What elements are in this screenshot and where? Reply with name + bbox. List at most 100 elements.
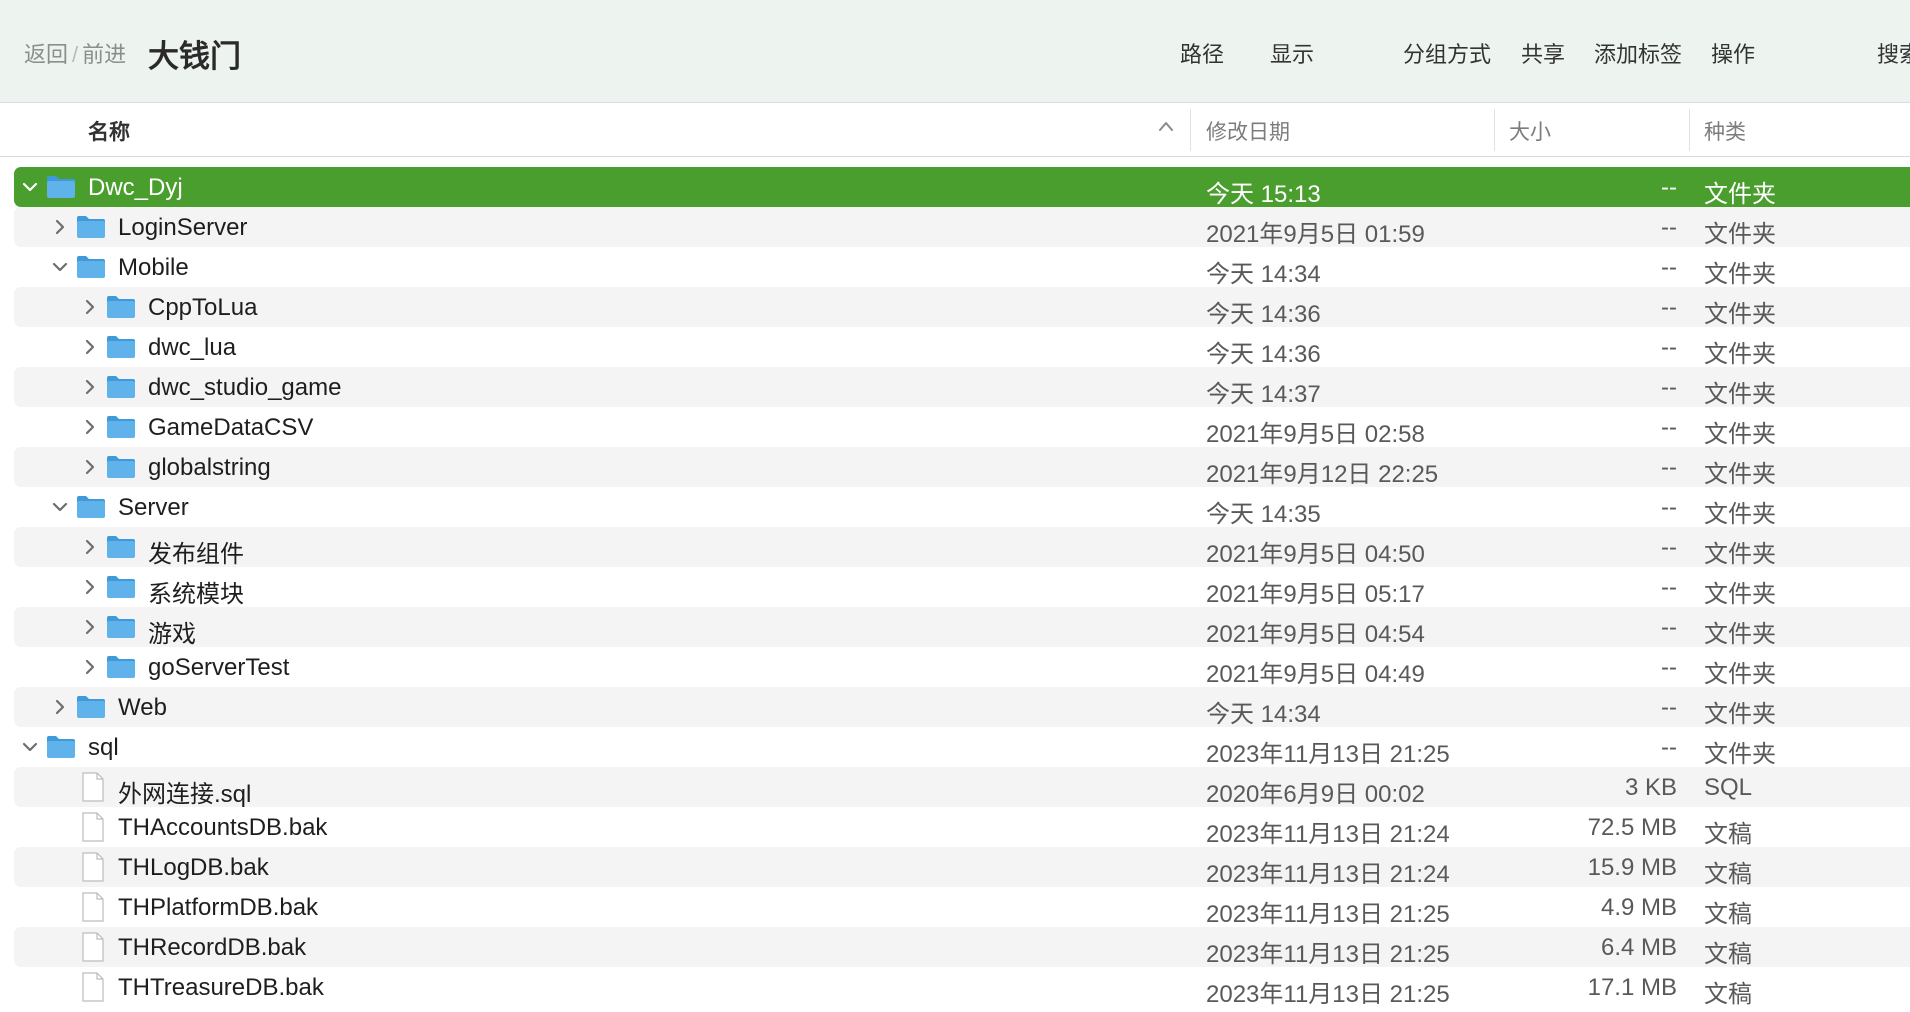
chevron-down-icon[interactable] <box>51 498 69 516</box>
item-name: 系统模块 <box>148 581 244 608</box>
chevron-right-icon[interactable] <box>51 698 69 716</box>
folder-icon <box>107 576 135 598</box>
file-row[interactable]: THPlatformDB.bak 2023年11月13日 21:25 4.9 MB 文… <box>0 887 1910 928</box>
selection-highlight <box>14 167 1910 207</box>
window-title: 大钱门 <box>148 39 241 74</box>
document-icon <box>82 772 104 802</box>
folder-icon <box>47 736 75 758</box>
folder-row[interactable]: Dwc_Dyj 今天 15:13 -- 文件夹 <box>0 167 1910 208</box>
item-modified-date: 今天 14:37 <box>1206 381 1321 408</box>
item-modified-date: 2023年11月13日 21:25 <box>1206 741 1450 768</box>
item-modified-date: 2021年9月5日 04:49 <box>1206 661 1425 688</box>
chevron-right-icon[interactable] <box>51 218 69 236</box>
folder-row[interactable]: 发布组件 2021年9月5日 04:50 -- 文件夹 <box>0 527 1910 568</box>
item-size: -- <box>1661 374 1677 401</box>
row-background <box>14 247 1910 287</box>
item-modified-date: 2020年6月9日 00:02 <box>1206 781 1425 808</box>
chevron-right-icon[interactable] <box>81 578 99 596</box>
folder-row[interactable]: GameDataCSV 2021年9月5日 02:58 -- 文件夹 <box>0 407 1910 448</box>
column-date[interactable]: 修改日期 <box>1206 116 1290 146</box>
folder-row[interactable]: dwc_studio_game 今天 14:37 -- 文件夹 <box>0 367 1910 408</box>
item-name: THTreasureDB.bak <box>118 974 324 1001</box>
item-kind: 文件夹 <box>1704 621 1776 648</box>
folder-row[interactable]: LoginServer 2021年9月5日 01:59 -- 文件夹 <box>0 207 1910 248</box>
row-background <box>14 487 1910 527</box>
chevron-right-icon[interactable] <box>81 458 99 476</box>
folder-row[interactable]: CppToLua 今天 14:36 -- 文件夹 <box>0 287 1910 328</box>
item-name: THAccountsDB.bak <box>118 814 328 841</box>
column-divider[interactable] <box>1494 109 1495 151</box>
item-modified-date: 2021年9月5日 01:59 <box>1206 221 1425 248</box>
item-size: -- <box>1661 494 1677 521</box>
folder-row[interactable]: Mobile 今天 14:34 -- 文件夹 <box>0 247 1910 288</box>
chevron-right-icon[interactable] <box>81 658 99 676</box>
action-button[interactable]: 操作 <box>1711 37 1755 69</box>
file-row[interactable]: THTreasureDB.bak 2023年11月13日 21:25 17.1 MB… <box>0 967 1910 1008</box>
chevron-down-icon[interactable] <box>51 258 69 276</box>
chevron-down-icon[interactable] <box>21 178 39 196</box>
item-name: THPlatformDB.bak <box>118 894 319 921</box>
row-background <box>14 687 1910 727</box>
column-divider[interactable] <box>1190 109 1191 151</box>
item-size: -- <box>1661 214 1677 241</box>
folder-icon <box>47 176 75 198</box>
file-row[interactable]: THRecordDB.bak 2023年11月13日 21:25 6.4 MB 文稿 <box>0 927 1910 968</box>
document-icon <box>82 892 104 922</box>
item-name: dwc_lua <box>148 334 237 361</box>
folder-icon <box>77 216 105 238</box>
item-modified-date: 2023年11月13日 21:25 <box>1206 981 1450 1008</box>
file-row[interactable]: THLogDB.bak 2023年11月13日 21:24 15.9 MB 文稿 <box>0 847 1910 888</box>
item-kind: 文件夹 <box>1704 221 1776 248</box>
item-name: 外网连接.sql <box>118 781 252 808</box>
folder-row[interactable]: dwc_lua 今天 14:36 -- 文件夹 <box>0 327 1910 368</box>
folder-icon <box>107 376 135 398</box>
folder-row[interactable]: 游戏 2021年9月5日 04:54 -- 文件夹 <box>0 607 1910 648</box>
row-background <box>14 527 1910 567</box>
column-size[interactable]: 大小 <box>1509 116 1551 146</box>
sort-ascending-icon[interactable] <box>1157 119 1175 133</box>
item-name: Dwc_Dyj <box>88 174 183 201</box>
file-row[interactable]: 外网连接.sql 2020年6月9日 00:02 3 KB SQL <box>0 767 1910 808</box>
folder-icon <box>107 456 135 478</box>
share-button[interactable]: 共享 <box>1521 37 1565 69</box>
forward-button[interactable]: 前进 <box>82 42 126 67</box>
folder-row[interactable]: goServerTest 2021年9月5日 04:49 -- 文件夹 <box>0 647 1910 688</box>
folder-row[interactable]: Server 今天 14:35 -- 文件夹 <box>0 487 1910 528</box>
column-divider[interactable] <box>1689 109 1690 151</box>
chevron-right-icon[interactable] <box>81 418 99 436</box>
path-button[interactable]: 路径 <box>1180 37 1224 69</box>
toolbar: 返回/前进 大钱门 路径 显示 分组方式 共享 添加标签 操作 搜索 <box>0 0 1910 103</box>
item-kind: 文件夹 <box>1704 661 1776 688</box>
folder-row[interactable]: Web 今天 14:34 -- 文件夹 <box>0 687 1910 728</box>
group-by-button[interactable]: 分组方式 <box>1403 37 1491 69</box>
file-row[interactable]: THAccountsDB.bak 2023年11月13日 21:24 72.5 MB… <box>0 807 1910 848</box>
item-kind: 文件夹 <box>1704 301 1776 328</box>
item-name: GameDataCSV <box>148 414 314 441</box>
add-tags-button[interactable]: 添加标签 <box>1594 37 1682 69</box>
item-size: -- <box>1661 294 1677 321</box>
back-button[interactable]: 返回 <box>24 42 68 67</box>
item-size: -- <box>1661 414 1677 441</box>
row-background <box>14 207 1910 247</box>
folder-icon <box>107 336 135 358</box>
column-name[interactable]: 名称 <box>88 116 130 146</box>
item-name: THLogDB.bak <box>118 854 269 881</box>
column-kind[interactable]: 种类 <box>1704 116 1746 146</box>
chevron-right-icon[interactable] <box>81 298 99 316</box>
chevron-down-icon[interactable] <box>21 738 39 756</box>
chevron-right-icon[interactable] <box>81 338 99 356</box>
chevron-right-icon[interactable] <box>81 618 99 636</box>
item-name: LoginServer <box>118 214 248 241</box>
folder-icon <box>107 656 135 678</box>
file-list: Dwc_Dyj 今天 15:13 -- 文件夹 LoginServer 2021年9月5日… <box>0 167 1910 1008</box>
item-modified-date: 今天 15:13 <box>1206 181 1321 208</box>
document-icon <box>82 932 104 962</box>
folder-row[interactable]: sql 2023年11月13日 21:25 -- 文件夹 <box>0 727 1910 768</box>
search-button[interactable]: 搜索 <box>1877 37 1910 69</box>
folder-row[interactable]: 系统模块 2021年9月5日 05:17 -- 文件夹 <box>0 567 1910 608</box>
folder-row[interactable]: globalstring 2021年9月12日 22:25 -- 文件夹 <box>0 447 1910 488</box>
chevron-right-icon[interactable] <box>81 538 99 556</box>
item-size: 17.1 MB <box>1587 974 1677 1001</box>
view-button[interactable]: 显示 <box>1270 37 1314 69</box>
chevron-right-icon[interactable] <box>81 378 99 396</box>
